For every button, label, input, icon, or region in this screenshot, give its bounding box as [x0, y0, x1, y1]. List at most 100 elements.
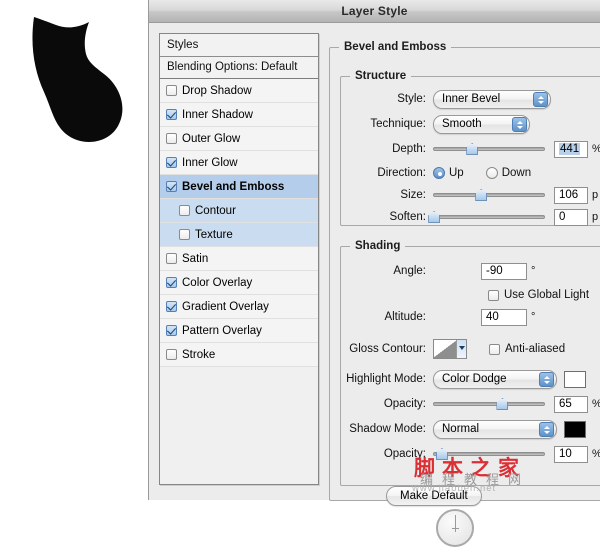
styles-list-panel: Styles Blending Options: Default Drop Sh…	[159, 33, 319, 485]
altitude-input[interactable]: 40	[481, 309, 527, 326]
contour-curve-icon	[434, 340, 458, 358]
depth-unit: %	[592, 143, 600, 155]
checkbox-off-icon	[489, 344, 500, 355]
style-row-contour[interactable]: Contour	[160, 199, 318, 223]
bevel-emboss-pane: Bevel and Emboss Structure Style: Inner …	[329, 33, 600, 500]
technique-label: Technique:	[341, 118, 433, 130]
shadow-mode-value: Normal	[434, 423, 479, 435]
structure-title: Structure	[350, 70, 411, 82]
style-row-inner-glow[interactable]: Inner Glow	[160, 151, 318, 175]
size-input[interactable]: 106	[554, 187, 588, 204]
slider-track	[433, 452, 545, 456]
black-blob-artwork	[0, 0, 150, 160]
dial-center-crosshair	[452, 525, 459, 532]
checkbox-on-icon[interactable]	[166, 157, 177, 168]
slider-thumb[interactable]	[436, 448, 448, 460]
styles-header: Styles	[160, 34, 318, 57]
shadow-opacity-value: 10	[559, 448, 572, 460]
checkbox-off-icon[interactable]	[166, 85, 177, 96]
highlight-mode-select[interactable]: Color Dodge	[433, 370, 557, 389]
style-row-bevel-and-emboss[interactable]: Bevel and Emboss	[160, 175, 318, 199]
chevron-updown-icon[interactable]	[533, 92, 548, 107]
angle-dial[interactable]	[436, 509, 474, 547]
checkbox-off-icon[interactable]	[179, 229, 190, 240]
style-row-label: Outer Glow	[182, 133, 240, 145]
chevron-updown-icon[interactable]	[539, 422, 554, 437]
blending-options-row[interactable]: Blending Options: Default	[160, 57, 318, 79]
style-label: Style:	[341, 93, 433, 105]
style-row-pattern-overlay[interactable]: Pattern Overlay	[160, 319, 318, 343]
direction-up-label: Up	[449, 167, 464, 179]
angle-input[interactable]: -90	[481, 263, 527, 280]
chevron-updown-icon[interactable]	[539, 372, 554, 387]
chevron-updown-icon[interactable]	[512, 117, 527, 132]
checkbox-on-icon[interactable]	[166, 301, 177, 312]
highlight-color-swatch[interactable]	[564, 371, 586, 388]
angle-label: Angle:	[341, 265, 433, 277]
altitude-value: 40	[486, 311, 499, 323]
style-row-label: Color Overlay	[182, 277, 252, 289]
checkbox-on-icon[interactable]	[166, 325, 177, 336]
angle-value: -90	[486, 265, 503, 277]
dialog-body: Styles Blending Options: Default Drop Sh…	[149, 23, 600, 500]
highlight-opacity-input[interactable]: 65	[554, 396, 588, 413]
style-row-label: Inner Shadow	[182, 109, 253, 121]
anti-aliased-label: Anti-aliased	[505, 343, 565, 355]
direction-up-radio[interactable]: Up	[433, 167, 464, 179]
soften-input[interactable]: 0	[554, 209, 588, 226]
gloss-contour-swatch[interactable]	[433, 339, 467, 359]
slider-thumb[interactable]	[496, 398, 508, 410]
highlight-opacity-label: Opacity:	[341, 398, 433, 410]
style-row-label: Satin	[182, 253, 208, 265]
direction-down-radio[interactable]: Down	[486, 167, 531, 179]
gloss-contour-label: Gloss Contour:	[341, 343, 433, 355]
radio-on-icon	[433, 167, 445, 179]
style-row-outer-glow[interactable]: Outer Glow	[160, 127, 318, 151]
depth-input[interactable]: 441	[554, 141, 588, 158]
checkbox-off-icon[interactable]	[166, 253, 177, 264]
slider-thumb[interactable]	[466, 143, 478, 155]
chevron-down-icon[interactable]	[456, 340, 466, 358]
slider-thumb[interactable]	[475, 189, 487, 201]
slider-track	[433, 402, 545, 406]
soften-slider[interactable]	[433, 209, 545, 225]
style-row-drop-shadow[interactable]: Drop Shadow	[160, 79, 318, 103]
depth-slider[interactable]	[433, 141, 545, 157]
make-default-button[interactable]: Make Default	[386, 486, 482, 506]
dialog-titlebar[interactable]: Layer Style	[149, 0, 600, 23]
shadow-opacity-input[interactable]: 10	[554, 446, 588, 463]
size-value: 106	[559, 189, 578, 201]
angle-unit: °	[531, 265, 535, 277]
checkbox-on-icon[interactable]	[166, 277, 177, 288]
style-row-label: Stroke	[182, 349, 215, 361]
altitude-label: Altitude:	[341, 311, 433, 323]
highlight-opacity-slider[interactable]	[433, 396, 545, 412]
style-row-gradient-overlay[interactable]: Gradient Overlay	[160, 295, 318, 319]
anti-aliased-checkbox[interactable]: Anti-aliased	[489, 343, 565, 355]
checkbox-off-icon[interactable]	[179, 205, 190, 216]
altitude-unit: °	[531, 311, 535, 323]
style-row-texture[interactable]: Texture	[160, 223, 318, 247]
size-slider[interactable]	[433, 187, 545, 203]
use-global-light-checkbox[interactable]: Use Global Light	[488, 289, 589, 301]
use-global-light-label: Use Global Light	[504, 289, 589, 301]
checkbox-on-icon[interactable]	[166, 181, 177, 192]
shadow-opacity-label: Opacity:	[341, 448, 433, 460]
style-row-satin[interactable]: Satin	[160, 247, 318, 271]
size-unit: p	[592, 189, 598, 201]
style-select[interactable]: Inner Bevel	[433, 90, 551, 109]
bevel-emboss-group: Bevel and Emboss Structure Style: Inner …	[329, 47, 600, 501]
shadow-color-swatch[interactable]	[564, 421, 586, 438]
shadow-opacity-slider[interactable]	[433, 446, 545, 462]
checkbox-off-icon[interactable]	[166, 133, 177, 144]
soften-value: 0	[559, 211, 565, 223]
checkbox-off-icon[interactable]	[166, 349, 177, 360]
style-row-color-overlay[interactable]: Color Overlay	[160, 271, 318, 295]
structure-group: Structure Style: Inner Bevel Technique: …	[340, 76, 600, 226]
depth-value: 441	[559, 143, 580, 155]
style-row-inner-shadow[interactable]: Inner Shadow	[160, 103, 318, 127]
technique-select[interactable]: Smooth	[433, 115, 530, 134]
checkbox-on-icon[interactable]	[166, 109, 177, 120]
style-row-stroke[interactable]: Stroke	[160, 343, 318, 367]
shadow-mode-select[interactable]: Normal	[433, 420, 557, 439]
